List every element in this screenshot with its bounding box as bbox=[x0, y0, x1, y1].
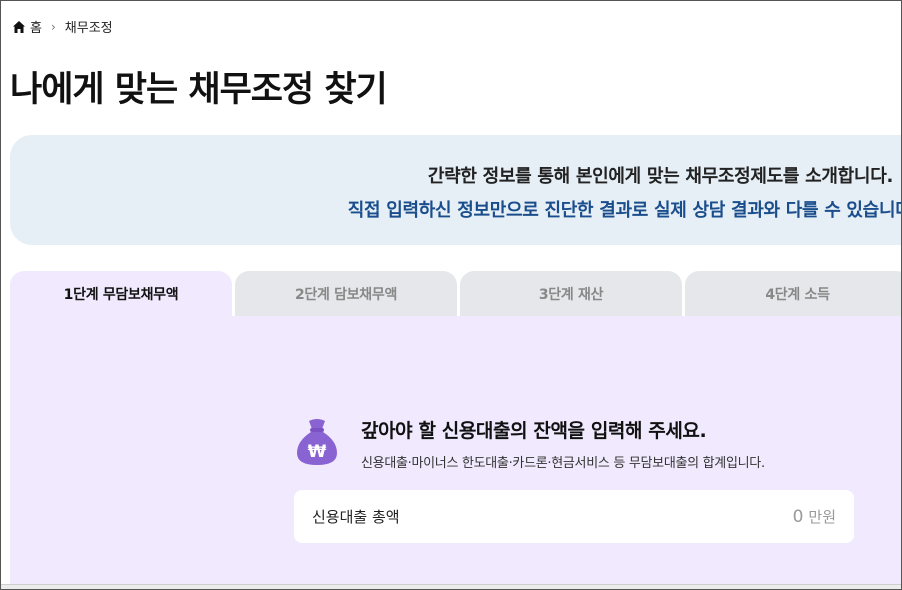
credit-loan-total-value: 만원 bbox=[743, 506, 836, 527]
tab-step-2[interactable]: 2단계 담보채무액 bbox=[235, 271, 457, 316]
tab-step-1[interactable]: 1단계 무담보채무액 bbox=[10, 271, 232, 316]
step-tabs: 1단계 무담보채무액 2단계 담보채무액 3단계 재산 4단계 소득 bbox=[10, 271, 901, 316]
breadcrumb-home-link[interactable]: 홈 bbox=[30, 17, 42, 36]
page-frame: 홈 › 채무조정 나에게 맞는 채무조정 찾기 간략한 정보를 통해 본인에게 … bbox=[0, 0, 902, 590]
step-question: 갚아야 할 신용대출의 잔액을 입력해 주세요. bbox=[361, 420, 707, 442]
page-title: 나에게 맞는 채무조정 찾기 bbox=[10, 70, 388, 110]
home-icon[interactable] bbox=[12, 20, 26, 34]
credit-loan-total-label: 신용대출 총액 bbox=[312, 508, 400, 526]
step-hint: 신용대출·마이너스 한도대출·카드론·현금서비스 등 무담보대출의 합계입니다. bbox=[361, 456, 765, 471]
breadcrumb-current-link[interactable]: 채무조정 bbox=[65, 17, 113, 36]
notice-intro-text: 간략한 정보를 통해 본인에게 맞는 채무조정제도를 소개합니다. bbox=[427, 166, 893, 187]
notice-banner: 간략한 정보를 통해 본인에게 맞는 채무조정제도를 소개합니다. 직접 입력하… bbox=[10, 135, 902, 245]
breadcrumb: 홈 › 채무조정 bbox=[12, 17, 113, 36]
chevron-right-icon: › bbox=[50, 19, 56, 34]
horizontal-scrollbar[interactable] bbox=[1, 584, 901, 589]
tab-step-4[interactable]: 4단계 소득 bbox=[685, 271, 901, 316]
tab-step-3[interactable]: 3단계 재산 bbox=[460, 271, 682, 316]
notice-disclaimer-text: 직접 입력하신 정보만으로 진단한 결과로 실제 상담 결과와 다를 수 있습니… bbox=[347, 200, 902, 221]
credit-loan-total-input[interactable] bbox=[743, 507, 804, 527]
amount-unit: 만원 bbox=[808, 508, 836, 526]
won-symbol: ₩ bbox=[308, 442, 327, 462]
step-panel bbox=[10, 316, 901, 586]
money-bag-icon: ₩ bbox=[297, 419, 337, 465]
credit-loan-total-field[interactable]: 신용대출 총액 만원 bbox=[294, 490, 854, 543]
